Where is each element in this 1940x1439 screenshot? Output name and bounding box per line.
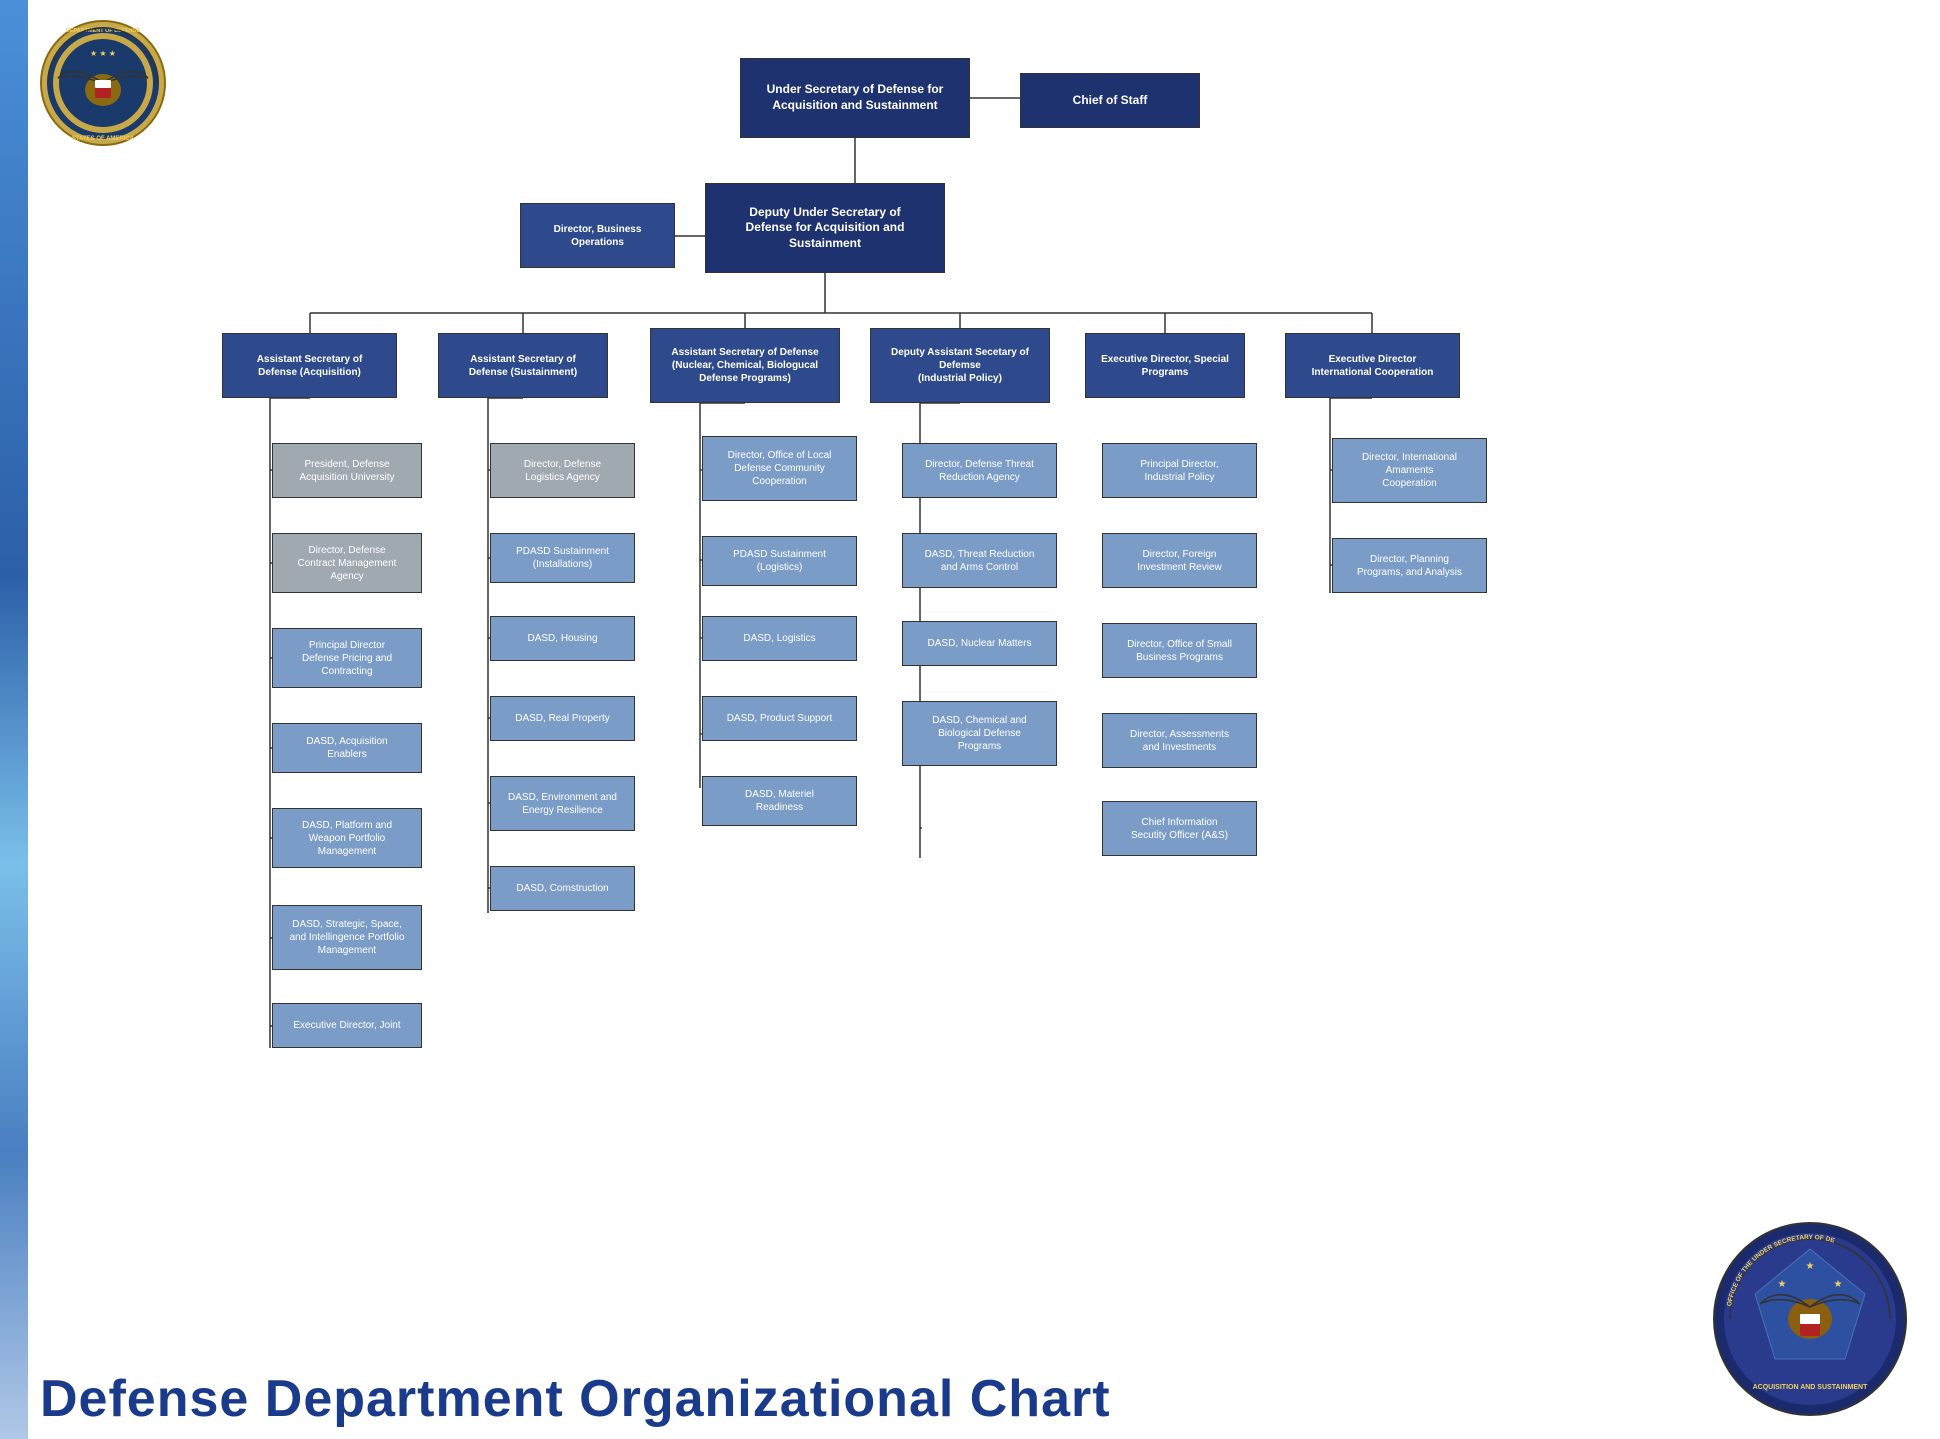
- pdasd-log-label: PDASD Sustainment(Logistics): [733, 548, 826, 574]
- svg-text:★: ★: [1834, 1279, 1843, 1290]
- left-bar: [0, 0, 28, 1439]
- dasd-tac-box: DASD, Threat Reductionand Arms Control: [902, 533, 1057, 588]
- dbo-box: Director, Business Operations: [520, 203, 675, 268]
- dasd-rp-box: DASD, Real Property: [490, 696, 635, 741]
- pd-ip-label: Principal Director,Industrial Policy: [1140, 458, 1218, 484]
- dir-oldc-box: Director, Office of LocalDefense Communi…: [702, 436, 857, 501]
- dasd-log-label: DASD, Logistics: [743, 632, 815, 645]
- dasd-ae-box: DASD, AcquisitionEnablers: [272, 723, 422, 773]
- dasd-con-label: DASD, Comstruction: [516, 882, 608, 895]
- dasd-rp-label: DASD, Real Property: [515, 712, 609, 725]
- asd-acq-box: Assistant Secretary ofDefense (Acquisiti…: [222, 333, 397, 398]
- ed-joint-label: Executive Director, Joint: [293, 1019, 400, 1032]
- dasd-ssm-box: DASD, Strategic, Space,and Intellingence…: [272, 905, 422, 970]
- dasd-hsg-label: DASD, Housing: [527, 632, 597, 645]
- dusd-label: Deputy Under Secretary of Defense for Ac…: [746, 205, 905, 252]
- dasd-eer-label: DASD, Environment andEnergy Resilience: [508, 791, 617, 817]
- dir-dtra-label: Director, Defense ThreatReduction Agency: [925, 458, 1034, 484]
- ed-sp-label: Executive Director, SpecialPrograms: [1101, 353, 1229, 379]
- dasd-pwm-box: DASD, Platform andWeapon PortfolioManage…: [272, 808, 422, 868]
- dir-oldc-label: Director, Office of LocalDefense Communi…: [728, 449, 832, 488]
- dir-dla-box: Director, DefenseLogistics Agency: [490, 443, 635, 498]
- dasd-hsg-box: DASD, Housing: [490, 616, 635, 661]
- dir-fir-label: Director, ForeignInvestment Review: [1137, 548, 1221, 574]
- dusd-box: Deputy Under Secretary of Defense for Ac…: [705, 183, 945, 273]
- asd-nbc-label: Assistant Secretary of Defense(Nuclear, …: [671, 346, 818, 385]
- page-title-text: Defense Department Organizational Chart: [40, 1370, 1111, 1428]
- org-chart: Under Secretary of Defense for Acquisiti…: [180, 18, 1520, 1098]
- asd-sus-label: Assistant Secretary ofDefense (Sustainme…: [469, 353, 577, 379]
- dir-iac-box: Director, InternationalAmamentsCooperati…: [1332, 438, 1487, 503]
- pdasd-inst-box: PDASD Sustainment(Installations): [490, 533, 635, 583]
- pd-dpc-box: Principal DirectorDefense Pricing andCon…: [272, 628, 422, 688]
- pd-ip-box: Principal Director,Industrial Policy: [1102, 443, 1257, 498]
- dir-dla-label: Director, DefenseLogistics Agency: [524, 458, 601, 484]
- dasd-con-box: DASD, Comstruction: [490, 866, 635, 911]
- dasd-pwm-label: DASD, Platform andWeapon PortfolioManage…: [302, 819, 392, 858]
- usd-seal: ★ ★ ★ ACQUISITION AND SUSTAINMENT OFFICE…: [1710, 1219, 1910, 1419]
- asd-sus-box: Assistant Secretary ofDefense (Sustainme…: [438, 333, 608, 398]
- usd-label: Under Secretary of Defense for Acquisiti…: [767, 82, 944, 113]
- svg-text:DEPARTMENT OF DEFENSE: DEPARTMENT OF DEFENSE: [66, 28, 141, 34]
- ciso-box: Chief InformationSecutity Officer (A&S): [1102, 801, 1257, 856]
- dasd-cbd-box: DASD, Chemical andBiological DefenseProg…: [902, 701, 1057, 766]
- dir-dtra-box: Director, Defense ThreatReduction Agency: [902, 443, 1057, 498]
- pdasd-inst-label: PDASD Sustainment(Installations): [516, 545, 609, 571]
- dir-ppa-label: Director, PlanningPrograms, and Analysis: [1357, 553, 1462, 579]
- dasd-mr-label: DASD, MaterielReadiness: [745, 788, 814, 814]
- dasd-ssm-label: DASD, Strategic, Space,and Intellingence…: [289, 918, 404, 957]
- dir-fir-box: Director, ForeignInvestment Review: [1102, 533, 1257, 588]
- ed-joint-box: Executive Director, Joint: [272, 1003, 422, 1048]
- pres-dau-box: President, DefenseAcquisition University: [272, 443, 422, 498]
- usd-box: Under Secretary of Defense for Acquisiti…: [740, 58, 970, 138]
- svg-text:★: ★: [1778, 1279, 1787, 1290]
- dasd-ae-label: DASD, AcquisitionEnablers: [306, 735, 387, 761]
- pd-dpc-label: Principal DirectorDefense Pricing andCon…: [302, 639, 392, 678]
- dir-ai-label: Director, Assessmentsand Investments: [1130, 728, 1229, 754]
- cos-label: Chief of Staff: [1073, 93, 1148, 109]
- dir-iac-label: Director, InternationalAmamentsCooperati…: [1362, 451, 1457, 490]
- dir-osbp-box: Director, Office of SmallBusiness Progra…: [1102, 623, 1257, 678]
- dasd-eer-box: DASD, Environment andEnergy Resilience: [490, 776, 635, 831]
- page-title: Defense Department Organizational Chart: [40, 1369, 1111, 1429]
- dasd-nm-box: DASD, Nuclear Matters: [902, 621, 1057, 666]
- dir-dcma-label: Director, DefenseContract ManagementAgen…: [298, 544, 397, 583]
- dir-osbp-label: Director, Office of SmallBusiness Progra…: [1127, 638, 1232, 664]
- dasd-ip-label: Deputy Assistant Secetary ofDefemse(Indu…: [891, 346, 1029, 385]
- dasd-cbd-label: DASD, Chemical andBiological DefenseProg…: [932, 714, 1026, 753]
- svg-text:★: ★: [1806, 1261, 1815, 1272]
- dasd-nm-label: DASD, Nuclear Matters: [928, 637, 1032, 650]
- cos-box: Chief of Staff: [1020, 73, 1200, 128]
- dir-dcma-box: Director, DefenseContract ManagementAgen…: [272, 533, 422, 593]
- asd-nbc-box: Assistant Secretary of Defense(Nuclear, …: [650, 328, 840, 403]
- dir-ppa-box: Director, PlanningPrograms, and Analysis: [1332, 538, 1487, 593]
- dasd-ps-label: DASD, Product Support: [727, 712, 833, 725]
- svg-text:ACQUISITION AND SUSTAINMENT: ACQUISITION AND SUSTAINMENT: [1753, 1384, 1868, 1391]
- asd-acq-label: Assistant Secretary ofDefense (Acquisiti…: [257, 353, 363, 379]
- pres-dau-label: President, DefenseAcquisition University: [299, 458, 394, 484]
- dbo-label: Director, Business Operations: [527, 223, 668, 249]
- ed-ic-box: Executive DirectorInternational Cooperat…: [1285, 333, 1460, 398]
- pdasd-log-box: PDASD Sustainment(Logistics): [702, 536, 857, 586]
- svg-text:STATES OF AMERICA: STATES OF AMERICA: [72, 136, 135, 142]
- ciso-label: Chief InformationSecutity Officer (A&S): [1131, 816, 1228, 842]
- dod-seal: ★ ★ ★ STATES OF AMERICA DEPARTMENT OF DE…: [38, 18, 168, 148]
- ed-ic-label: Executive DirectorInternational Cooperat…: [1312, 353, 1434, 379]
- svg-text:★ ★ ★: ★ ★ ★: [90, 49, 116, 58]
- ed-sp-box: Executive Director, SpecialPrograms: [1085, 333, 1245, 398]
- dasd-ip-box: Deputy Assistant Secetary ofDefemse(Indu…: [870, 328, 1050, 403]
- dir-ai-box: Director, Assessmentsand Investments: [1102, 713, 1257, 768]
- dasd-mr-box: DASD, MaterielReadiness: [702, 776, 857, 826]
- dasd-tac-label: DASD, Threat Reductionand Arms Control: [925, 548, 1035, 574]
- dasd-log-box: DASD, Logistics: [702, 616, 857, 661]
- dasd-ps-box: DASD, Product Support: [702, 696, 857, 741]
